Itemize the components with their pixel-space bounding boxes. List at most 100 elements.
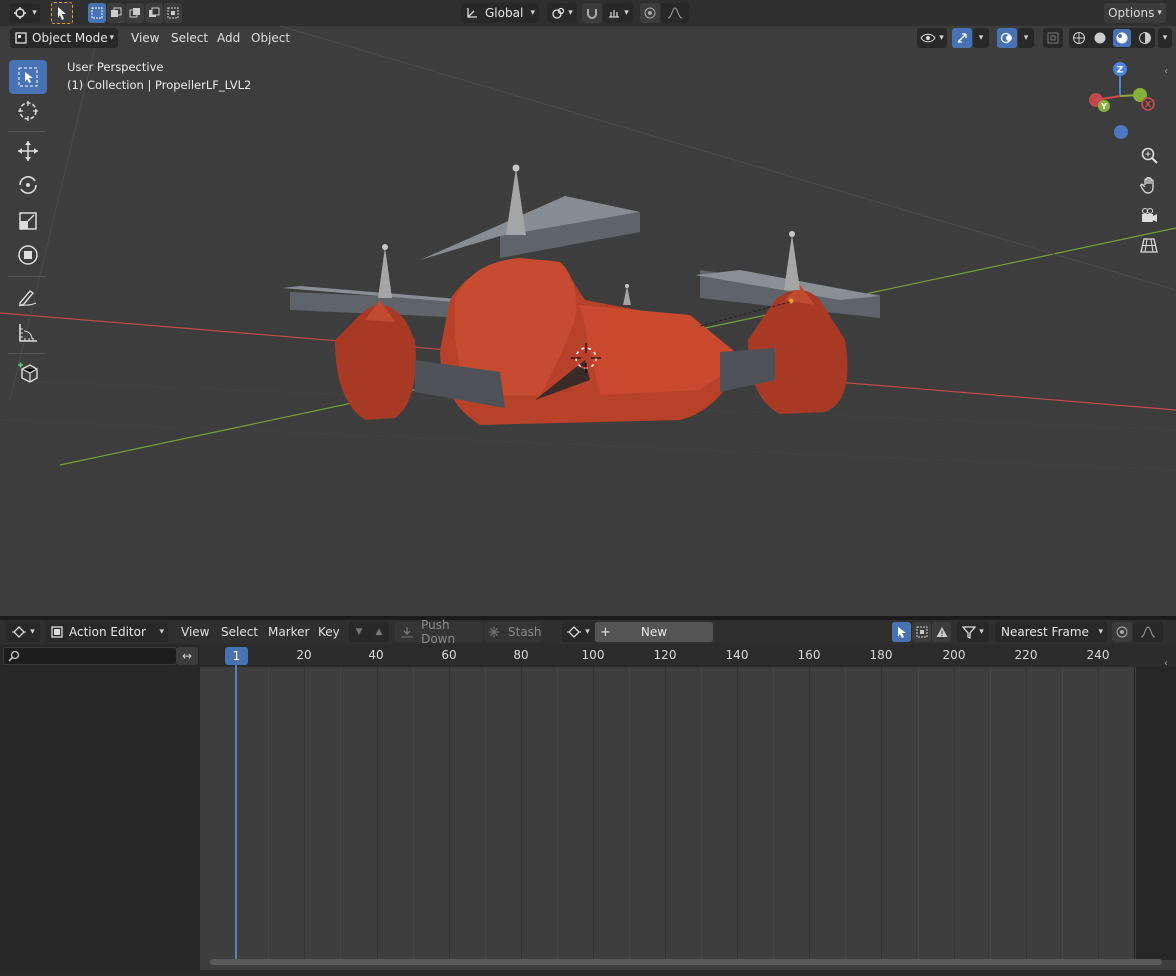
snap-toggle[interactable] [582,3,602,23]
menu-view[interactable]: View [125,28,165,48]
zoom-button[interactable] [1135,141,1163,169]
action-editor-header: ▾ Action Editor ▾ View Select Marker Key… [0,618,1176,646]
ae-menu-key[interactable]: Key [312,622,346,642]
zoom-magnifier-icon [1141,147,1158,164]
material-shading-button[interactable] [1113,29,1132,47]
xray-icon [1047,32,1059,44]
snap-target-dropdown[interactable]: ▾ [603,3,633,23]
tool-annotate[interactable] [9,280,47,314]
pivot-point-dropdown[interactable]: ▾ [547,3,577,23]
snapping-dropdown[interactable]: Nearest Frame ▾ [995,622,1107,642]
ae-falloff-dropdown[interactable] [1133,622,1163,642]
tool-select-box[interactable] [9,60,47,94]
menu-add[interactable]: Add [211,28,246,48]
current-frame-indicator[interactable]: 1 [225,647,248,665]
select-tool-header-button[interactable] [51,2,73,24]
filters-dropdown[interactable]: ▾ [957,622,989,642]
perspective-toggle-button[interactable] [1135,231,1163,259]
frame-tick-label: 240 [1086,648,1110,662]
scale-icon [19,212,37,230]
only-selected-toggle[interactable] [892,622,911,642]
select-mode-new-button[interactable] [88,3,106,23]
tool-transform[interactable] [9,238,47,272]
action-editor-mode-dropdown[interactable]: Action Editor ▾ [46,622,168,642]
keyframe-timeline[interactable] [200,644,1176,970]
options-dropdown[interactable]: Options ▾ [1104,3,1166,23]
ae-menu-view[interactable]: View [175,622,215,642]
solid-shading-icon[interactable] [1093,31,1107,45]
svg-text:Y: Y [1100,102,1107,111]
new-action-button[interactable]: + New [595,622,713,642]
playhead-line[interactable] [235,665,237,960]
select-mode-intersect-button[interactable] [164,3,182,23]
grid-line [881,667,882,960]
layer-down-arrow-icon[interactable]: ▼ [356,627,363,637]
grid-line [629,667,630,960]
tool-measure[interactable] [9,316,47,350]
warning-icon [936,627,947,637]
ae-proportional-edit-toggle[interactable] [1112,622,1132,642]
frame-tick-label: 180 [869,648,893,662]
shading-dropdown[interactable]: ▾ [1158,28,1172,48]
rendered-shading-icon[interactable] [1138,31,1152,45]
stash-button[interactable]: Stash [484,622,542,642]
tool-add-cube[interactable] [9,356,47,390]
visibility-dropdown[interactable]: ▾ [917,28,947,48]
snapping-value: Nearest Frame [1001,625,1089,639]
channel-search-input[interactable] [3,647,177,665]
proportional-edit-toggle[interactable] [640,3,660,23]
menu-object[interactable]: Object [245,28,296,48]
push-down-button[interactable]: Push Down [395,618,483,646]
ae-editor-type-button[interactable]: ▾ [6,622,40,642]
falloff-curve-icon [667,7,683,19]
falloff-dropdown[interactable] [661,3,689,23]
object-mode-dropdown[interactable]: Object Mode ▾ [10,28,118,48]
eye-icon [920,33,936,43]
camera-view-button[interactable] [1135,201,1163,229]
gizmo-icon [957,33,967,43]
editor-type-button[interactable]: ▾ [10,3,40,23]
select-mode-extend-button[interactable] [107,3,125,23]
menu-select[interactable]: Select [165,28,214,48]
hand-icon [1140,176,1154,194]
ae-menu-marker[interactable]: Marker [262,622,315,642]
ae-sidebar-toggle-arrow[interactable]: ‹ [1164,658,1168,669]
tool-move[interactable] [9,134,47,168]
tool-rotate[interactable] [9,168,47,202]
invert-filter-button[interactable]: ↔ [176,647,198,665]
tool-scale[interactable] [9,204,47,238]
gizmo-dropdown[interactable]: ▾ [973,28,989,48]
pivot-icon [552,7,565,19]
gizmo-toggle[interactable] [952,28,972,48]
material-shading-icon [1116,32,1128,44]
dopesheet-icon [12,626,27,638]
sidebar-toggle-arrow[interactable]: ‹ [1164,66,1168,77]
action-layer-arrows[interactable]: ▼ ▲ [349,622,389,642]
timeline-horizontal-scrollbar[interactable] [210,959,1162,965]
grid-line [773,667,774,960]
push-down-icon [401,627,413,638]
xray-toggle[interactable] [1043,28,1063,48]
grid-line [1134,667,1135,960]
tool-cursor[interactable] [9,94,47,128]
transform-icon [18,245,38,265]
navigation-gizmo[interactable]: Z X Y [1080,58,1160,143]
grid-line [809,667,810,960]
action-browse-dropdown[interactable]: ▾ [562,622,594,642]
measure-icon [19,324,37,342]
wireframe-shading-icon[interactable] [1072,31,1086,45]
overlays-toggle[interactable] [997,28,1017,48]
grid-line [521,667,522,960]
select-mode-invert-button[interactable] [145,3,163,23]
channel-region[interactable] [0,644,200,970]
transform-orientation-dropdown[interactable]: Global ▾ [461,3,539,23]
3d-viewport[interactable]: Object Mode ▾ View Select Add Object ▾ ▾… [0,26,1176,616]
layer-up-arrow-icon[interactable]: ▲ [376,627,383,637]
filter-funnel-icon [962,626,977,639]
overlays-dropdown[interactable]: ▾ [1018,28,1034,48]
select-mode-subtract-button[interactable] [126,3,144,23]
ae-menu-select[interactable]: Select [215,622,264,642]
only-errors-toggle[interactable] [932,622,951,642]
pan-button[interactable] [1135,171,1163,199]
show-hidden-toggle[interactable] [912,622,931,642]
